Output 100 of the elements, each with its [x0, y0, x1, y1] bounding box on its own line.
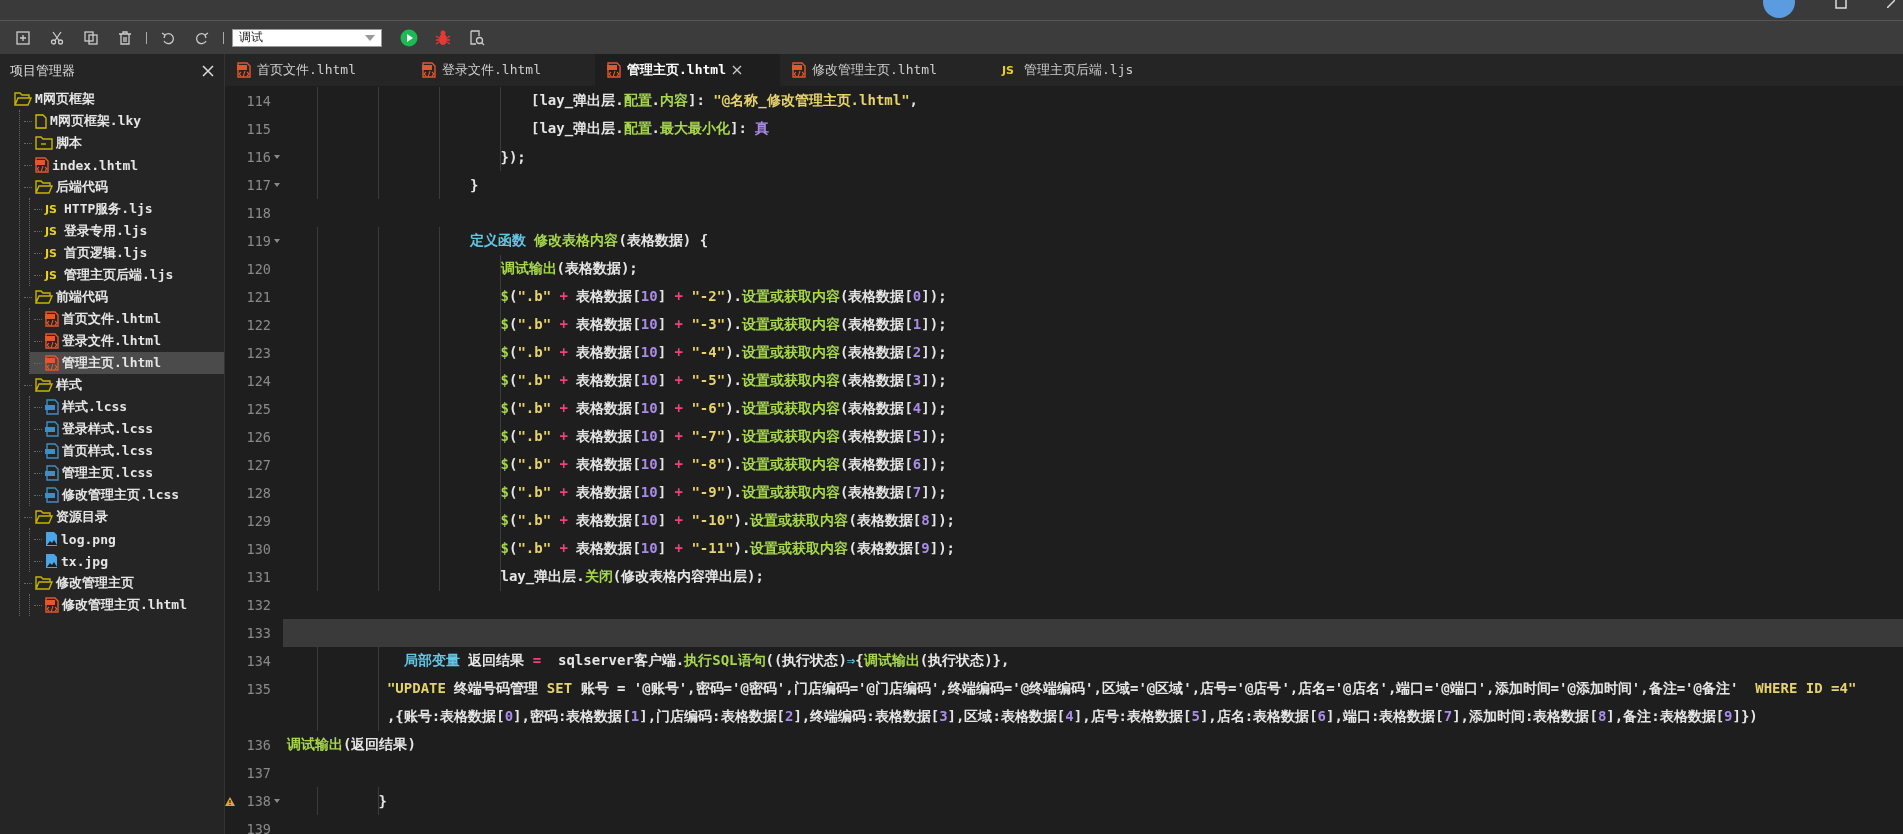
- line-number: 115: [245, 121, 271, 137]
- line-number: 123: [245, 345, 271, 361]
- line-number: 131: [245, 569, 271, 585]
- line-number: 130: [245, 541, 271, 557]
- code-line: 局部变量 返回结果 = sqlserver客户端.执行SQL语句((执行状态)⇒{调试输出(执行状态)},: [402, 652, 1010, 670]
- scissors-icon: [50, 30, 64, 45]
- js-file-icon: JS: [1002, 64, 1018, 76]
- code-line: 调试输出(表格数据);: [499, 260, 638, 278]
- fold-arrow-icon[interactable]: [274, 155, 280, 159]
- folder-item[interactable]: 修改管理主页: [20, 572, 224, 594]
- folder-item[interactable]: 资源目录: [20, 506, 224, 528]
- image-file-icon: [45, 531, 58, 547]
- line-number: 118: [245, 205, 271, 221]
- code-line: "UPDATE 终端号码管理 SET 账号 = '@账号',密码='@密码',门店编码='@门店编码',终端编码='@终端编码',区域='@区域',店号='@店号',店名='@店名',端口='@端口',添加时间='@添加时间',备注='@备注' WHERE ID =4": [385, 680, 1857, 698]
- folder-item[interactable]: 脚本: [20, 132, 224, 154]
- document-search-icon: [469, 29, 485, 46]
- file-item[interactable]: JS 登录专用.ljs: [30, 220, 224, 242]
- editor-tab[interactable]: JS 管理主页后端.ljs: [990, 54, 1146, 86]
- new-file-icon: [16, 30, 30, 45]
- code-line: $(".b" + 表格数据[10] + "-2").设置或获取内容(表格数据[0]);: [499, 288, 947, 306]
- close-icon[interactable]: [202, 65, 214, 77]
- style-file-icon: [45, 443, 59, 459]
- play-icon: [400, 28, 418, 47]
- code-file-icon: [607, 62, 621, 78]
- line-number: 135: [245, 681, 271, 697]
- code-file-icon: [792, 62, 806, 78]
- file-item[interactable]: 管理主页.lcss: [30, 462, 224, 484]
- code-line: $(".b" + 表格数据[10] + "-4").设置或获取内容(表格数据[2]);: [499, 344, 947, 362]
- undo-icon: [161, 30, 175, 45]
- file-item[interactable]: 首页样式.lcss: [30, 440, 224, 462]
- style-file-icon: [45, 487, 59, 503]
- close-icon[interactable]: [1887, 0, 1895, 8]
- line-number: 120: [245, 261, 271, 277]
- style-file-icon: [45, 421, 59, 437]
- code-line: }: [377, 793, 387, 809]
- file-item[interactable]: M网页框架.lky: [20, 110, 224, 132]
- code-line: $(".b" + 表格数据[10] + "-8").设置或获取内容(表格数据[6]);: [499, 456, 947, 474]
- line-number: 137: [245, 765, 271, 781]
- code-line: 定义函数 修改表格内容(表格数据) {: [469, 232, 709, 250]
- code-line: $(".b" + 表格数据[10] + "-3").设置或获取内容(表格数据[1]);: [499, 316, 947, 334]
- code-file-icon: [45, 355, 59, 371]
- code-file-icon: [35, 157, 49, 173]
- code-line: [lay_弹出层.配置.最大最小化]: 真: [530, 120, 770, 138]
- file-item[interactable]: JS 首页逻辑.ljs: [30, 242, 224, 264]
- line-number: 119: [245, 233, 271, 249]
- editor-tab[interactable]: 修改管理主页.lhtml: [780, 54, 965, 86]
- code-line: $(".b" + 表格数据[10] + "-10").设置或获取内容(表格数据[8]);: [499, 512, 955, 530]
- fold-arrow-icon[interactable]: [274, 239, 280, 243]
- line-number: 129: [245, 513, 271, 529]
- open-folder-icon: [35, 290, 53, 304]
- line-number: 116: [245, 149, 271, 165]
- caret-icon: [365, 34, 375, 41]
- open-folder-icon: [35, 576, 53, 590]
- line-number: 128: [245, 485, 271, 501]
- editor-tab[interactable]: 管理主页.lhtml: [595, 54, 780, 86]
- folder-item[interactable]: M网页框架: [10, 88, 224, 110]
- file-item[interactable]: 登录样式.lcss: [30, 418, 224, 440]
- folder-item[interactable]: 前端代码: [20, 286, 224, 308]
- fold-arrow-icon[interactable]: [274, 183, 280, 187]
- line-number: 117: [245, 177, 271, 193]
- file-item[interactable]: JS 管理主页后端.ljs: [30, 264, 224, 286]
- code-line: lay_弹出层.关闭(修改表格内容弹出层);: [499, 568, 764, 586]
- file-item[interactable]: 管理主页.lhtml: [30, 352, 224, 374]
- file-item[interactable]: 修改管理主页.lcss: [30, 484, 224, 506]
- maximize-icon[interactable]: [1835, 0, 1847, 10]
- copy-icon: [84, 30, 98, 45]
- line-number: 125: [245, 401, 271, 417]
- file-item[interactable]: tx.jpg: [30, 550, 224, 572]
- code-line: });: [499, 149, 526, 165]
- line-number: 138: [245, 793, 271, 809]
- fold-arrow-icon[interactable]: [274, 799, 280, 803]
- code-file-icon: [422, 62, 436, 78]
- file-item[interactable]: 修改管理主页.lhtml: [30, 594, 224, 616]
- code-file-icon: [45, 333, 59, 349]
- mode-dropdown[interactable]: 调试: [232, 28, 382, 47]
- folder-item[interactable]: 样式: [20, 374, 224, 396]
- line-number: 132: [245, 597, 271, 613]
- line-number: 136: [245, 737, 271, 753]
- folder-item[interactable]: 后端代码: [20, 176, 224, 198]
- code-line: $(".b" + 表格数据[10] + "-9").设置或获取内容(表格数据[7]);: [499, 484, 947, 502]
- open-folder-icon: [35, 510, 53, 524]
- code-file-icon: [45, 597, 59, 613]
- code-line: $(".b" + 表格数据[10] + "-7").设置或获取内容(表格数据[5]);: [499, 428, 947, 446]
- code-file-icon: [45, 311, 59, 327]
- code-line: [lay_弹出层.配置.内容]: "@名称_修改管理主页.lhtml",: [530, 92, 919, 110]
- file-item[interactable]: 首页文件.lhtml: [30, 308, 224, 330]
- file-item[interactable]: 样式.lcss: [30, 396, 224, 418]
- file-item[interactable]: 登录文件.lhtml: [30, 330, 224, 352]
- editor-tab[interactable]: 首页文件.lhtml: [225, 54, 410, 86]
- trash-icon: [118, 30, 132, 45]
- code-line: $(".b" + 表格数据[10] + "-11").设置或获取内容(表格数据[9]);: [499, 540, 955, 558]
- panel-title: 项目管理器: [10, 62, 75, 80]
- editor-tab[interactable]: 登录文件.lhtml: [410, 54, 595, 86]
- line-number: 127: [245, 457, 271, 473]
- file-item[interactable]: index.lhtml: [20, 154, 224, 176]
- close-icon[interactable]: [731, 65, 742, 75]
- file-icon: [35, 113, 47, 129]
- file-item[interactable]: JS HTTP服务.ljs: [30, 198, 224, 220]
- file-item[interactable]: log.png: [30, 528, 224, 550]
- style-file-icon: [45, 465, 59, 481]
